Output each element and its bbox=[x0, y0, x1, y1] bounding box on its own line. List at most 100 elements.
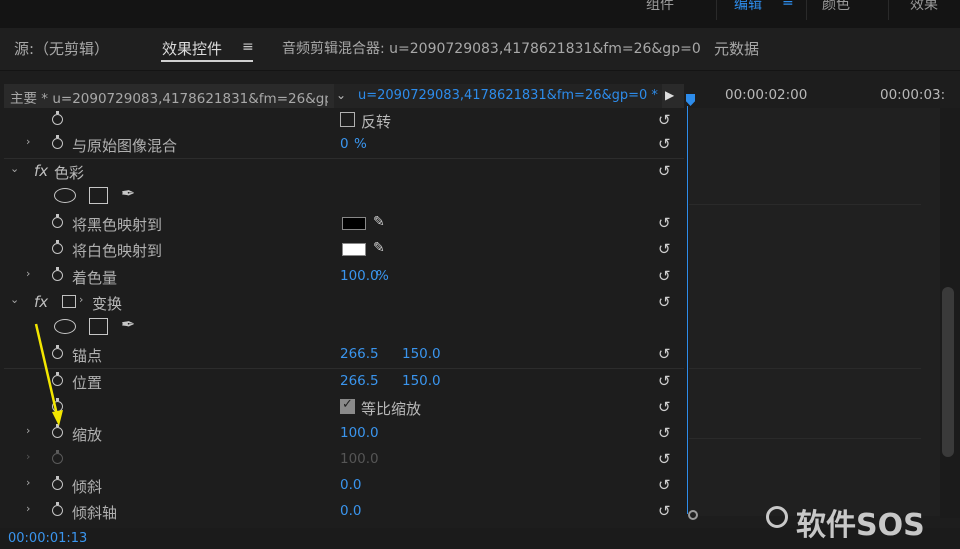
reset-icon[interactable]: ↺ bbox=[658, 398, 671, 416]
workspace-tab-editing[interactable]: 编辑 bbox=[734, 0, 762, 14]
property-row-invert: 反转 ↺ bbox=[4, 108, 684, 134]
reset-icon[interactable]: ↺ bbox=[658, 502, 671, 520]
timecode-label: 00:00:02:00 bbox=[725, 87, 808, 103]
property-value[interactable]: 0.0 bbox=[340, 503, 361, 519]
position-x-value[interactable]: 266.5 bbox=[340, 373, 379, 389]
clip-selector[interactable]: ⌄ u=2090729083,4178621831&fm=26&gp=0 * u… bbox=[334, 84, 662, 108]
fx-icon[interactable]: fx bbox=[34, 293, 48, 311]
reset-icon[interactable]: ↺ bbox=[658, 267, 671, 285]
stopwatch-icon[interactable] bbox=[52, 476, 63, 490]
expand-chevron-icon[interactable]: › bbox=[26, 476, 30, 489]
stopwatch-icon[interactable] bbox=[52, 372, 63, 386]
stopwatch-icon[interactable] bbox=[52, 111, 63, 125]
property-row-scale: › 缩放 100.0 ↺ bbox=[4, 421, 684, 447]
tab-effect-controls[interactable]: 效果控件 bbox=[162, 38, 222, 59]
expand-chevron-icon[interactable]: › bbox=[26, 424, 30, 437]
collapse-chevron-icon[interactable]: ⌄ bbox=[10, 293, 19, 306]
position-y-value[interactable]: 150.0 bbox=[402, 373, 441, 389]
anchor-x-value[interactable]: 266.5 bbox=[340, 346, 379, 362]
property-name: 将黑色映射到 bbox=[72, 216, 163, 234]
workspace-tab-effects[interactable]: 效果 bbox=[910, 0, 938, 14]
timeline-ruler[interactable]: 00:00:02:00 00:00:03: bbox=[687, 84, 960, 108]
property-value[interactable]: 100.0 bbox=[340, 425, 379, 441]
expand-chevron-icon[interactable]: › bbox=[26, 267, 30, 280]
eyedropper-icon[interactable]: ✎ bbox=[373, 214, 385, 230]
uniform-scale-checkbox[interactable] bbox=[340, 397, 355, 414]
hamburger-icon[interactable]: ≡ bbox=[782, 0, 794, 10]
clip-name[interactable]: u=2090729083,4178621831&fm=26&gp=0 * u..… bbox=[358, 88, 658, 103]
property-row-map-black: 将黑色映射到 ✎ ↺ bbox=[4, 211, 684, 237]
rectangle-mask-icon[interactable] bbox=[89, 187, 108, 204]
unit-label: % bbox=[354, 136, 367, 152]
property-name: 倾斜 bbox=[72, 478, 103, 496]
stopwatch-icon[interactable] bbox=[52, 240, 63, 254]
reset-icon[interactable]: ↺ bbox=[658, 135, 671, 153]
pen-mask-icon[interactable]: ✒ bbox=[121, 315, 135, 335]
transform-icon[interactable] bbox=[62, 295, 76, 308]
reset-icon[interactable]: ↺ bbox=[658, 240, 671, 258]
workspace-tab-assembly[interactable]: 组件 bbox=[646, 0, 674, 14]
reset-icon[interactable]: ↺ bbox=[658, 372, 671, 390]
effect-row-tint: ⌄ fx 色彩 ↺ bbox=[4, 159, 684, 185]
color-swatch-white[interactable] bbox=[342, 243, 366, 256]
property-value[interactable]: 0 bbox=[340, 136, 349, 152]
anchor-y-value[interactable]: 150.0 bbox=[402, 346, 441, 362]
tab-source[interactable]: 源:（无剪辑） bbox=[14, 38, 109, 59]
stopwatch-icon[interactable] bbox=[52, 345, 63, 359]
panel-menu-icon[interactable]: ≡ bbox=[242, 39, 254, 55]
unit-label: % bbox=[376, 268, 389, 284]
property-row-scale-width: › 100.0 ↺ bbox=[4, 447, 684, 473]
property-row-position: 位置 266.5 150.0 ↺ bbox=[4, 369, 684, 395]
scrollbar-thumb[interactable] bbox=[942, 287, 954, 457]
property-value[interactable]: 100.0 bbox=[340, 268, 379, 284]
reset-icon[interactable]: ↺ bbox=[658, 293, 671, 311]
eyedropper-icon[interactable]: ✎ bbox=[373, 240, 385, 256]
property-row-tint-amount: › 着色量 100.0 % ↺ bbox=[4, 264, 684, 290]
expand-chevron-icon[interactable]: › bbox=[26, 450, 30, 463]
playhead-line[interactable] bbox=[687, 106, 688, 514]
reset-icon[interactable]: ↺ bbox=[658, 214, 671, 232]
stopwatch-icon[interactable] bbox=[52, 214, 63, 228]
expand-chevron-icon[interactable]: › bbox=[26, 135, 30, 148]
property-row-map-white: 将白色映射到 ✎ ↺ bbox=[4, 237, 684, 263]
ellipse-mask-icon[interactable] bbox=[54, 188, 76, 203]
zoom-slider-handle[interactable] bbox=[688, 510, 698, 520]
divider bbox=[689, 368, 921, 369]
expand-chevron-icon[interactable]: › bbox=[26, 502, 30, 515]
reset-icon[interactable]: ↺ bbox=[658, 162, 671, 180]
workspace-tab-color[interactable]: 颜色 bbox=[822, 0, 850, 14]
ellipse-mask-icon[interactable] bbox=[54, 319, 76, 334]
rectangle-mask-icon[interactable] bbox=[89, 318, 108, 335]
master-clip-label[interactable]: 主要 * u=2090729083,4178621831&fm=26&gp=0.… bbox=[10, 87, 328, 107]
chevron-right-icon[interactable]: › bbox=[79, 293, 83, 306]
effect-properties: 反转 ↺ › 与原始图像混合 0 % ↺ ⌄ fx 色彩 ↺ ✒ 将黑色映射到 … bbox=[4, 108, 684, 522]
stopwatch-icon[interactable] bbox=[52, 135, 63, 149]
property-name: 与原始图像混合 bbox=[72, 137, 178, 155]
chevron-down-icon[interactable]: ⌄ bbox=[336, 88, 346, 102]
pen-mask-icon[interactable]: ✒ bbox=[121, 184, 135, 204]
invert-checkbox[interactable] bbox=[340, 112, 355, 127]
collapse-chevron-icon[interactable]: ⌄ bbox=[10, 162, 19, 175]
property-name: 位置 bbox=[72, 374, 103, 392]
property-value[interactable]: 0.0 bbox=[340, 477, 361, 493]
watermark-text: 软件SOS bbox=[796, 508, 925, 543]
current-timecode[interactable]: 00:00:01:13 bbox=[8, 531, 87, 546]
fx-icon[interactable]: fx bbox=[34, 162, 48, 180]
keyframe-area[interactable] bbox=[689, 108, 940, 516]
reset-icon[interactable]: ↺ bbox=[658, 424, 671, 442]
reset-icon[interactable]: ↺ bbox=[658, 476, 671, 494]
reset-icon[interactable]: ↺ bbox=[658, 345, 671, 363]
timecode-label: 00:00:03: bbox=[880, 87, 946, 103]
tab-metadata[interactable]: 元数据 bbox=[714, 38, 759, 59]
effect-name: 色彩 bbox=[54, 164, 85, 182]
reset-icon[interactable]: ↺ bbox=[658, 111, 671, 129]
invert-label: 反转 bbox=[361, 113, 392, 131]
color-swatch-black[interactable] bbox=[342, 217, 366, 230]
stopwatch-icon[interactable] bbox=[52, 267, 63, 281]
stopwatch-icon[interactable] bbox=[52, 398, 63, 412]
play-icon[interactable]: ▶ bbox=[665, 88, 674, 102]
stopwatch-icon[interactable] bbox=[52, 502, 63, 516]
reset-icon[interactable]: ↺ bbox=[658, 450, 671, 468]
tab-audio-clip-mixer[interactable]: 音频剪辑混合器: u=2090729083,4178621831&fm=26&g… bbox=[282, 38, 701, 58]
stopwatch-icon[interactable] bbox=[52, 424, 63, 438]
